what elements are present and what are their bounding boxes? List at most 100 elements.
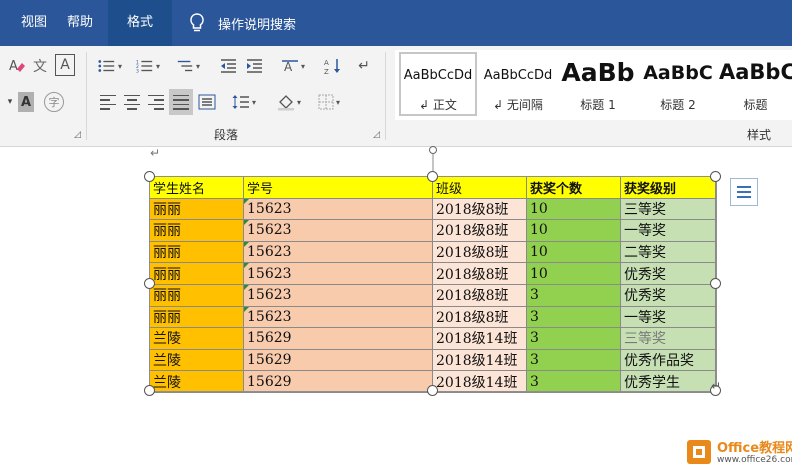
cell-name[interactable]: 丽丽 — [149, 305, 244, 329]
cell-name[interactable]: 丽丽 — [149, 219, 244, 242]
sort-icon[interactable]: AZ — [323, 56, 343, 76]
shading-icon[interactable]: A — [18, 92, 34, 112]
style-normal[interactable]: AaBbCcDd ↲ 正文 — [399, 52, 477, 116]
cell-class[interactable]: 2018级8班 — [432, 197, 527, 221]
align-right-icon[interactable] — [146, 92, 166, 112]
align-left-icon[interactable] — [98, 92, 118, 112]
cell-level[interactable]: 三等奖 — [620, 327, 716, 350]
tab-help[interactable]: 帮助 — [58, 0, 102, 46]
style-name: ↲ 正文 — [419, 98, 457, 112]
cell-name[interactable]: 丽丽 — [149, 197, 244, 221]
group-separator — [86, 52, 87, 140]
clear-formatting-icon[interactable]: A — [6, 56, 28, 76]
resize-handle[interactable] — [144, 278, 155, 289]
paragraph-dialog-launcher-icon[interactable]: ◿ — [373, 130, 380, 140]
cell-id[interactable]: 15623 — [243, 219, 433, 242]
end-of-row-mark: ↵ — [711, 379, 722, 393]
lightbulb-icon — [190, 13, 204, 32]
style-heading-2[interactable]: AaBbC 标题 2 — [639, 52, 717, 116]
cell-class[interactable]: 2018级8班 — [432, 305, 527, 329]
cell-count[interactable]: 10 — [526, 197, 621, 221]
cell-class[interactable]: 2018级14班 — [432, 370, 527, 393]
cell-id[interactable]: 15629 — [243, 370, 433, 393]
styles-gallery: AaBbCcDd ↲ 正文 AaBbCcDd ↲ 无间隔 AaBb 标题 1 A… — [395, 50, 792, 120]
cell-name[interactable]: 兰陵 — [149, 370, 244, 393]
header-cell-count[interactable]: 获奖个数 — [526, 176, 621, 199]
decrease-indent-icon[interactable] — [218, 56, 238, 76]
style-preview: AaBbC — [643, 62, 713, 84]
enclosed-character-icon[interactable]: 字 — [44, 92, 64, 112]
cell-class[interactable]: 2018级8班 — [432, 262, 527, 285]
justify-icon[interactable] — [169, 89, 193, 115]
resize-handle[interactable] — [427, 385, 438, 396]
layout-options-button[interactable] — [730, 178, 758, 206]
header-cell-id[interactable]: 学号 — [243, 176, 433, 199]
line-spacing-icon[interactable]: ▾ — [230, 92, 258, 112]
cell-level[interactable]: 二等奖 — [620, 240, 716, 264]
resize-handle[interactable] — [144, 385, 155, 396]
cell-name[interactable]: 丽丽 — [149, 262, 244, 285]
cell-level[interactable]: 三等奖 — [620, 197, 716, 221]
cell-class[interactable]: 2018级14班 — [432, 327, 527, 350]
tell-me-search[interactable]: 操作说明搜索 — [188, 0, 296, 46]
numbering-icon[interactable]: 1 2 3 ▾ — [136, 56, 160, 76]
cell-level[interactable]: 优秀学生 — [620, 370, 716, 393]
cell-class[interactable]: 2018级8班 — [432, 240, 527, 264]
cell-id[interactable]: 15629 — [243, 348, 433, 372]
character-border-icon[interactable]: A — [55, 54, 75, 76]
cell-level[interactable]: 一等奖 — [620, 305, 716, 329]
style-no-spacing[interactable]: AaBbCcDd ↲ 无间隔 — [479, 52, 557, 116]
cell-id[interactable]: 15629 — [243, 327, 433, 350]
cell-id[interactable]: 15623 — [243, 283, 433, 307]
style-heading-1[interactable]: AaBb 标题 1 — [559, 52, 637, 116]
resize-handle[interactable] — [427, 171, 438, 182]
resize-handle[interactable] — [710, 278, 721, 289]
cell-count[interactable]: 3 — [526, 283, 621, 307]
cell-id[interactable]: 15623 — [243, 197, 433, 221]
cell-count[interactable]: 3 — [526, 370, 621, 393]
chinese-layout-icon[interactable]: A ▾ — [280, 56, 306, 76]
resize-handle[interactable] — [710, 171, 721, 182]
tab-format[interactable]: 格式 — [108, 0, 172, 46]
cell-class[interactable]: 2018级8班 — [432, 283, 527, 307]
paint-bucket-icon[interactable]: ▾ — [275, 92, 303, 112]
cell-name[interactable]: 兰陵 — [149, 348, 244, 372]
cell-count[interactable]: 3 — [526, 327, 621, 350]
phonetic-guide-icon[interactable]: 文 — [31, 56, 49, 76]
center-icon[interactable] — [122, 92, 142, 112]
cell-count[interactable]: 3 — [526, 348, 621, 372]
header-cell-level[interactable]: 获奖级别 — [620, 176, 716, 199]
bullets-icon[interactable]: ▾ — [98, 56, 122, 76]
cell-level[interactable]: 优秀奖 — [620, 262, 716, 285]
cell-count[interactable]: 10 — [526, 240, 621, 264]
cell-name[interactable]: 丽丽 — [149, 240, 244, 264]
cell-id[interactable]: 15623 — [243, 240, 433, 264]
cell-id[interactable]: 15623 — [243, 305, 433, 329]
distributed-icon[interactable] — [197, 92, 217, 112]
increase-indent-icon[interactable] — [244, 56, 264, 76]
cell-count[interactable]: 3 — [526, 305, 621, 329]
cell-name[interactable]: 丽丽 — [149, 283, 244, 307]
cell-name[interactable]: 兰陵 — [149, 327, 244, 350]
cell-count[interactable]: 10 — [526, 219, 621, 242]
font-dialog-launcher-icon[interactable]: ◿ — [74, 130, 81, 140]
cell-level[interactable]: 一等奖 — [620, 219, 716, 242]
style-name: ↲ 无间隔 — [493, 98, 543, 112]
cell-id[interactable]: 15623 — [243, 262, 433, 285]
resize-handle[interactable] — [144, 171, 155, 182]
multilevel-list-icon[interactable]: ▾ — [176, 56, 200, 76]
show-marks-icon[interactable]: ↵ — [355, 56, 373, 76]
cell-count[interactable]: 10 — [526, 262, 621, 285]
header-cell-name[interactable]: 学生姓名 — [149, 176, 244, 199]
style-name: 标题 2 — [660, 98, 696, 112]
cell-level[interactable]: 优秀作品奖 — [620, 348, 716, 372]
header-cell-class[interactable]: 班级 — [432, 176, 527, 199]
style-title[interactable]: AaBbC 标题 — [719, 52, 792, 116]
borders-icon[interactable]: ▾ — [313, 92, 345, 112]
cell-class[interactable]: 2018级14班 — [432, 348, 527, 372]
tab-view[interactable]: 视图 — [14, 0, 54, 46]
cell-level[interactable]: 优秀奖 — [620, 283, 716, 307]
dropdown-caret-icon[interactable]: ▾ — [6, 92, 14, 112]
styles-group-label: 样式 — [747, 128, 772, 142]
cell-class[interactable]: 2018级8班 — [432, 219, 527, 242]
